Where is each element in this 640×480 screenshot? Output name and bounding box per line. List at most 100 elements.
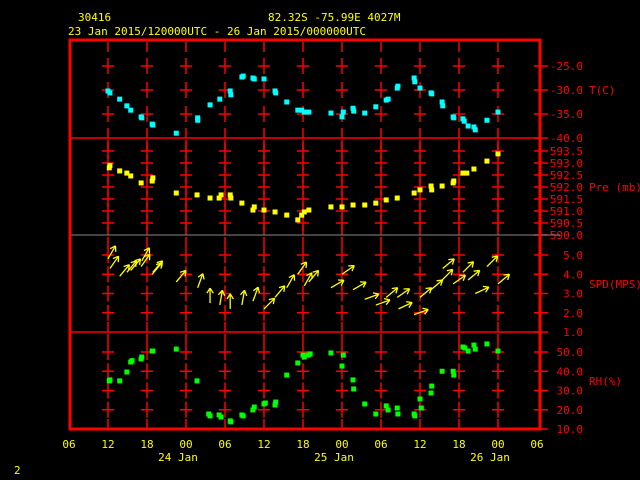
pressure-point [411,190,417,196]
pressure-point [251,204,257,210]
pressure-point [261,207,267,213]
wind-arrow [286,274,296,289]
relative_humidity-point [328,350,334,356]
wind-arrow [398,301,413,310]
wind-arrow [385,287,399,298]
temperature-point [440,103,446,109]
panel-label-relative_humidity: RH(%) [589,375,622,388]
wind-arrow [413,307,429,316]
x-tick-label: 06 [218,438,231,451]
y-tick-label: -30.0 [550,84,583,97]
wind-arrow [364,292,380,300]
x-tick-label: 12 [101,438,114,451]
relative_humidity-point [107,377,113,383]
wind-arrow [419,287,433,298]
temperature-point [301,109,307,115]
wind-arrow [197,273,205,288]
pressure-point [107,162,113,168]
relative_humidity-point [351,386,357,392]
relative_humidity-point [429,383,435,389]
temperature-point [284,99,290,105]
temperature-point [395,83,401,89]
temperature-point [465,123,471,129]
wind-arrow [430,279,444,291]
temperature-point [117,96,123,102]
temperature-point [217,96,223,102]
temperature-point [124,103,130,109]
relative_humidity-point [417,396,423,402]
y-tick-label: 10.0 [557,423,584,436]
y-tick-label: 5.0 [563,249,583,262]
panel-label-pressure: Pre (mb) [589,181,640,194]
x-tick-label: 06 [374,438,387,451]
wind-arrow [467,269,481,281]
temperature-point [195,115,201,121]
relative_humidity-point [395,411,401,417]
pressure-point [239,200,245,206]
relative_humidity-point [240,413,246,419]
pressure-point [301,209,307,215]
temperature-point [228,92,234,98]
y-tick-label: 30.0 [557,385,584,398]
temperature-point [461,118,467,124]
temperature-point [451,115,457,121]
panel-label-temperature: T(C) [589,84,616,97]
temperature-point [340,109,346,115]
wind-arrow [441,268,454,281]
relative_humidity-point [340,352,346,358]
pressure-point [373,200,379,206]
x-tick-label: 18 [140,438,153,451]
pressure-point [194,192,200,198]
wind-arrow [107,245,117,260]
temperature-point [385,96,391,102]
relative_humidity-point [472,346,478,352]
temperature-point [351,108,357,114]
pressure-point [362,202,368,208]
date-label: 24 Jan [158,451,198,464]
y-tick-label: 40.0 [557,365,584,378]
pressure-point [484,158,490,164]
relative_humidity-point [385,407,391,413]
relative_humidity-point [139,354,145,360]
temperature-point [362,110,368,116]
x-tick-label: 18 [296,438,309,451]
wind-arrow [375,297,391,306]
temperature-point [429,91,435,97]
pressure-point [451,178,457,184]
relative_humidity-point [451,372,457,378]
date-label: 25 Jan [314,451,354,464]
pressure-point [339,204,345,210]
x-tick-label: 12 [413,438,426,451]
x-tick-label: 06 [62,438,75,451]
temperature-point [273,90,279,96]
pressure-point [218,192,224,198]
meteogram-chart: 30416 82.32S -75.99E 4027M 23 Jan 2015/1… [14,11,640,477]
temperature-point [417,85,423,91]
x-tick-label: 06 [530,438,543,451]
temperature-point [150,122,156,128]
relative_humidity-point [428,390,434,396]
relative_humidity-point [465,348,471,354]
station-location: 82.32S -75.99E 4027M [268,11,401,24]
y-tick-label: 50.0 [557,346,584,359]
y-tick-label: 20.0 [557,404,584,417]
temperature-point [107,90,113,96]
pressure-point [394,195,400,201]
temperature-point [412,79,418,85]
relative_humidity-point [262,400,268,406]
temperature-point [240,73,246,79]
temperature-point [373,104,379,110]
pressure-point [429,187,435,193]
relative_humidity-point [284,372,290,378]
relative_humidity-point [307,351,313,357]
y-tick-label: 1.0 [563,326,583,339]
pressure-point [495,151,501,157]
relative_humidity-point [273,399,279,405]
y-tick-label: -35.0 [550,108,583,121]
time-range: 23 Jan 2015/120000UTC - 26 Jan 2015/0000… [68,25,366,38]
temperature-point [128,107,134,113]
relative_humidity-point [339,363,345,369]
relative_humidity-point [439,368,445,374]
pressure-point [383,197,389,203]
pressure-point [295,217,301,223]
